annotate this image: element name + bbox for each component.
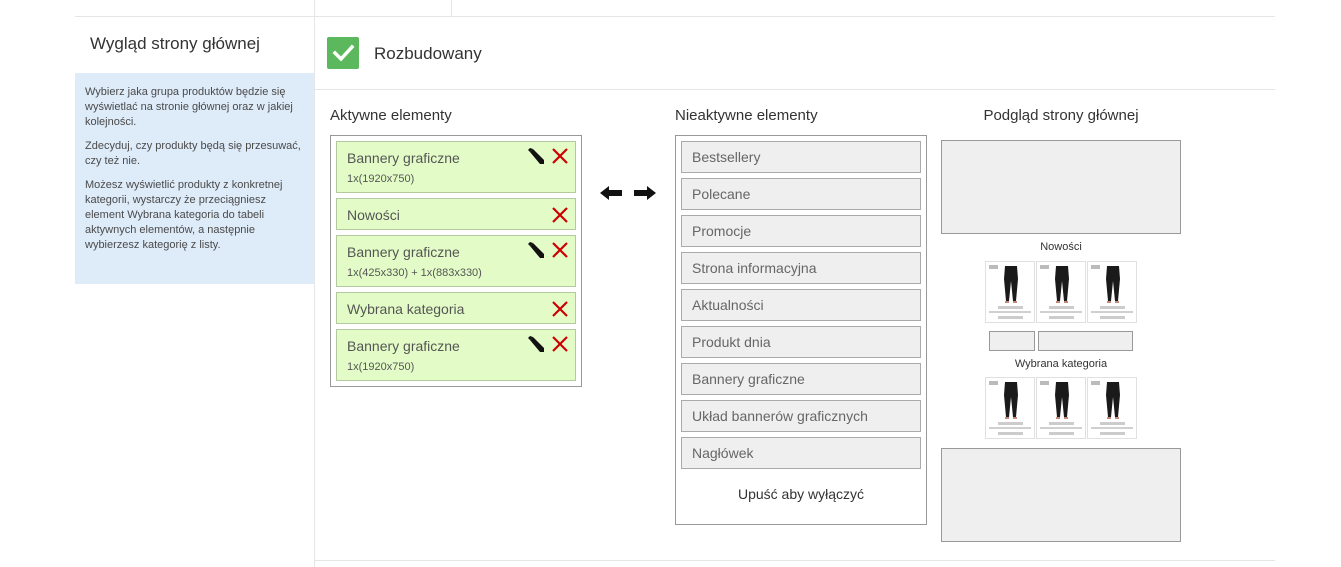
product-thumbnail (1087, 261, 1137, 323)
active-item-size: 1x(1920x750) (347, 361, 415, 373)
pencil-icon[interactable] (525, 334, 547, 356)
active-item[interactable]: Bannery graficzne 1x(425x330) + 1x(883x3… (336, 235, 576, 287)
inactive-item[interactable]: Promocje (681, 215, 921, 247)
drop-zone-text: Upuść aby wyłączyć (737, 486, 865, 502)
active-item-label: Bannery graficzne (347, 338, 460, 354)
preview-banner-small (989, 331, 1035, 351)
inactive-item[interactable]: Bannery graficzne (681, 363, 921, 395)
preview-section-label: Wybrana kategoria (1014, 358, 1108, 370)
inactive-item-label: Bannery graficzne (692, 371, 805, 387)
preview-banner (941, 140, 1181, 234)
top-divider (75, 16, 314, 17)
active-item[interactable]: Bannery graficzne 1x(1920x750) (336, 141, 576, 193)
delete-icon[interactable] (551, 241, 569, 259)
header-divider (315, 16, 1275, 17)
active-item[interactable]: Bannery graficzne 1x(1920x750) (336, 329, 576, 381)
layout-checkbox[interactable] (327, 37, 359, 69)
inactive-item-label: Strona informacyjna (692, 260, 817, 276)
option-divider (315, 89, 1275, 90)
pencil-icon[interactable] (525, 146, 547, 168)
inactive-item[interactable]: Polecane (681, 178, 921, 210)
inactive-item-label: Polecane (692, 186, 751, 202)
arrow-right-icon (634, 186, 656, 200)
inactive-item-label: Produkt dnia (692, 334, 771, 350)
delete-icon[interactable] (551, 300, 569, 318)
inactive-item[interactable]: Aktualności (681, 289, 921, 321)
preview-title: Podgląd strony głównej (983, 107, 1139, 124)
pencil-icon[interactable] (525, 240, 547, 262)
active-item-label: Bannery graficzne (347, 150, 460, 166)
active-item-label: Nowości (347, 207, 400, 223)
inactive-item-label: Układ bannerów graficznych (692, 408, 868, 424)
help-box: Wybierz jaka grupa produktów będzie się … (75, 73, 314, 284)
active-item[interactable]: Nowości (336, 198, 576, 230)
swap-arrows (600, 186, 656, 200)
product-thumbnail (985, 261, 1035, 323)
inactive-item-label: Bestsellery (692, 149, 761, 165)
preview-banner (941, 448, 1181, 542)
section-title: Wygląd strony głównej (90, 34, 260, 53)
inactive-item[interactable]: Produkt dnia (681, 326, 921, 358)
preview-section-label: Nowości (1040, 241, 1082, 253)
active-item[interactable]: Wybrana kategoria (336, 292, 576, 324)
inactive-item-label: Promocje (692, 223, 752, 239)
check-icon (332, 44, 355, 62)
delete-icon[interactable] (551, 147, 569, 165)
active-title: Aktywne elementy (330, 107, 452, 124)
inactive-item[interactable]: Nagłówek (681, 437, 921, 469)
delete-icon[interactable] (551, 335, 569, 353)
help-text-3: Możesz wyświetlić produkty z konkretnej … (85, 179, 283, 251)
active-item-size: 1x(1920x750) (347, 173, 415, 185)
arrow-left-icon (600, 186, 622, 200)
layout-checkbox-label[interactable]: Rozbudowany (374, 44, 482, 64)
tab-divider (451, 0, 452, 16)
delete-icon[interactable] (551, 206, 569, 224)
inactive-item[interactable]: Strona informacyjna (681, 252, 921, 284)
preview-banner-wide (1038, 331, 1133, 351)
product-thumbnail (1087, 377, 1137, 439)
product-thumbnail (1036, 261, 1086, 323)
active-item-size: 1x(425x330) + 1x(883x330) (347, 267, 482, 279)
bottom-divider (315, 560, 1275, 561)
inactive-item-label: Nagłówek (692, 445, 754, 461)
inactive-item[interactable]: Bestsellery (681, 141, 921, 173)
active-item-label: Wybrana kategoria (347, 301, 465, 317)
inactive-title: Nieaktywne elementy (675, 107, 818, 124)
inactive-item[interactable]: Układ bannerów graficznych (681, 400, 921, 432)
help-text-2: Zdecyduj, czy produkty będą się przesuwa… (85, 140, 301, 167)
inactive-item-label: Aktualności (692, 297, 764, 313)
help-text-1: Wybierz jaka grupa produktów będzie się … (85, 86, 293, 128)
product-thumbnail (1036, 377, 1086, 439)
active-item-label: Bannery graficzne (347, 244, 460, 260)
product-thumbnail (985, 377, 1035, 439)
column-divider (314, 0, 315, 567)
